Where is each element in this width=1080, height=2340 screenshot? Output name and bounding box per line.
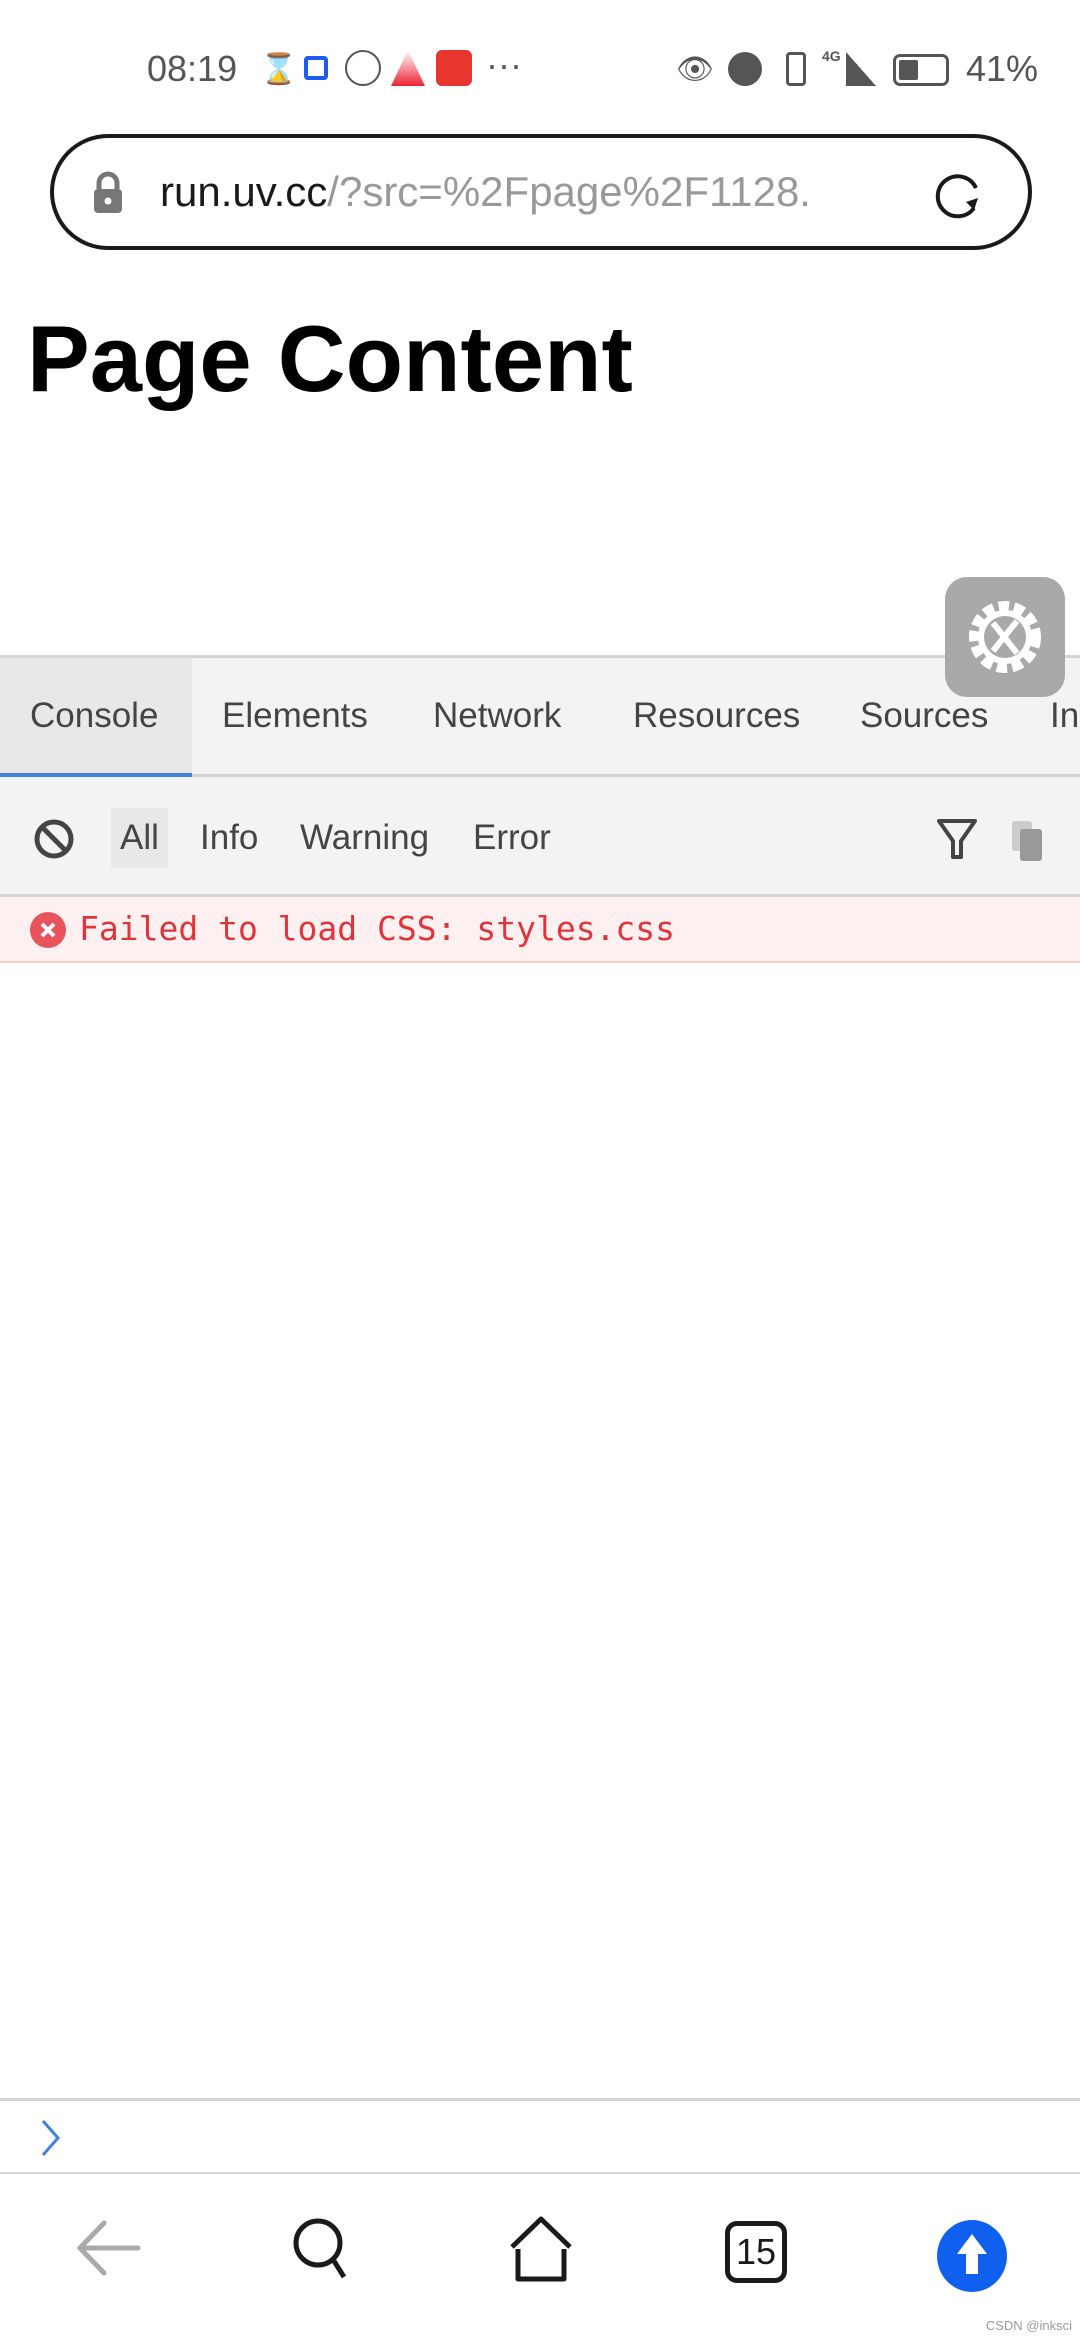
upload-icon[interactable] (937, 2220, 1007, 2292)
filter-icon[interactable] (935, 817, 979, 861)
clock: 08:19 (147, 48, 238, 89)
signal-icon (846, 52, 876, 86)
tabs-button[interactable]: 15 (725, 2221, 787, 2283)
home-icon[interactable] (506, 2215, 576, 2285)
battery-percent: 41% (966, 48, 1039, 89)
eye-icon: 👁 (676, 53, 715, 86)
error-icon (30, 912, 66, 948)
filter-all[interactable]: All (111, 808, 168, 868)
chevron-right-icon (41, 2120, 61, 2156)
vibrate-icon (786, 52, 806, 86)
tab-console[interactable]: Console (0, 658, 192, 777)
watermark: CSDN @inksci (985, 2318, 1072, 2333)
url-host: run.uv.cc (160, 168, 328, 215)
page-title: Page Content (27, 306, 633, 411)
jingxi-icon (345, 50, 381, 86)
status-bar: 08:19 ⌛ ··· 👁 4G 41% (0, 40, 1080, 96)
search-icon[interactable] (290, 2215, 356, 2281)
console-log-row: Failed to load CSS: styles.css (0, 897, 1080, 963)
tab-elements[interactable]: Elements (192, 658, 398, 777)
hourglass-icon: ⌛ (260, 53, 298, 86)
tab-network[interactable]: Network (403, 658, 591, 777)
reload-icon[interactable] (934, 170, 984, 220)
lock-icon (94, 171, 122, 213)
console-input[interactable] (0, 2098, 1080, 2174)
back-icon[interactable] (76, 2215, 142, 2281)
url-text[interactable]: run.uv.cc/?src=%2Fpage%2F1128. (160, 168, 811, 216)
copy-icon[interactable] (1010, 819, 1044, 863)
console-toolbar: All Info Warning Error (0, 777, 1080, 897)
filter-error[interactable]: Error (464, 808, 560, 868)
clear-console-icon[interactable] (33, 818, 75, 860)
more-icon: ··· (486, 44, 522, 85)
app-icon (436, 50, 472, 86)
alarm-icon (728, 52, 762, 86)
battery-icon (893, 54, 949, 86)
devtools-toggle-button[interactable] (945, 577, 1065, 697)
network-type: 4G (822, 48, 841, 64)
address-bar[interactable]: run.uv.cc/?src=%2Fpage%2F1128. (50, 134, 1032, 250)
gear-tools-icon (969, 601, 1041, 673)
tab-resources[interactable]: Resources (603, 658, 830, 777)
filter-warning[interactable]: Warning (291, 808, 438, 868)
url-path: /?src=%2Fpage%2F1128. (327, 168, 811, 215)
error-message: Failed to load CSS: styles.css (79, 909, 676, 948)
app-icon (304, 56, 328, 80)
app-icon (391, 50, 425, 86)
devtools-tab-bar: Console Elements Network Resources Sourc… (0, 655, 1080, 777)
filter-info[interactable]: Info (191, 808, 267, 868)
